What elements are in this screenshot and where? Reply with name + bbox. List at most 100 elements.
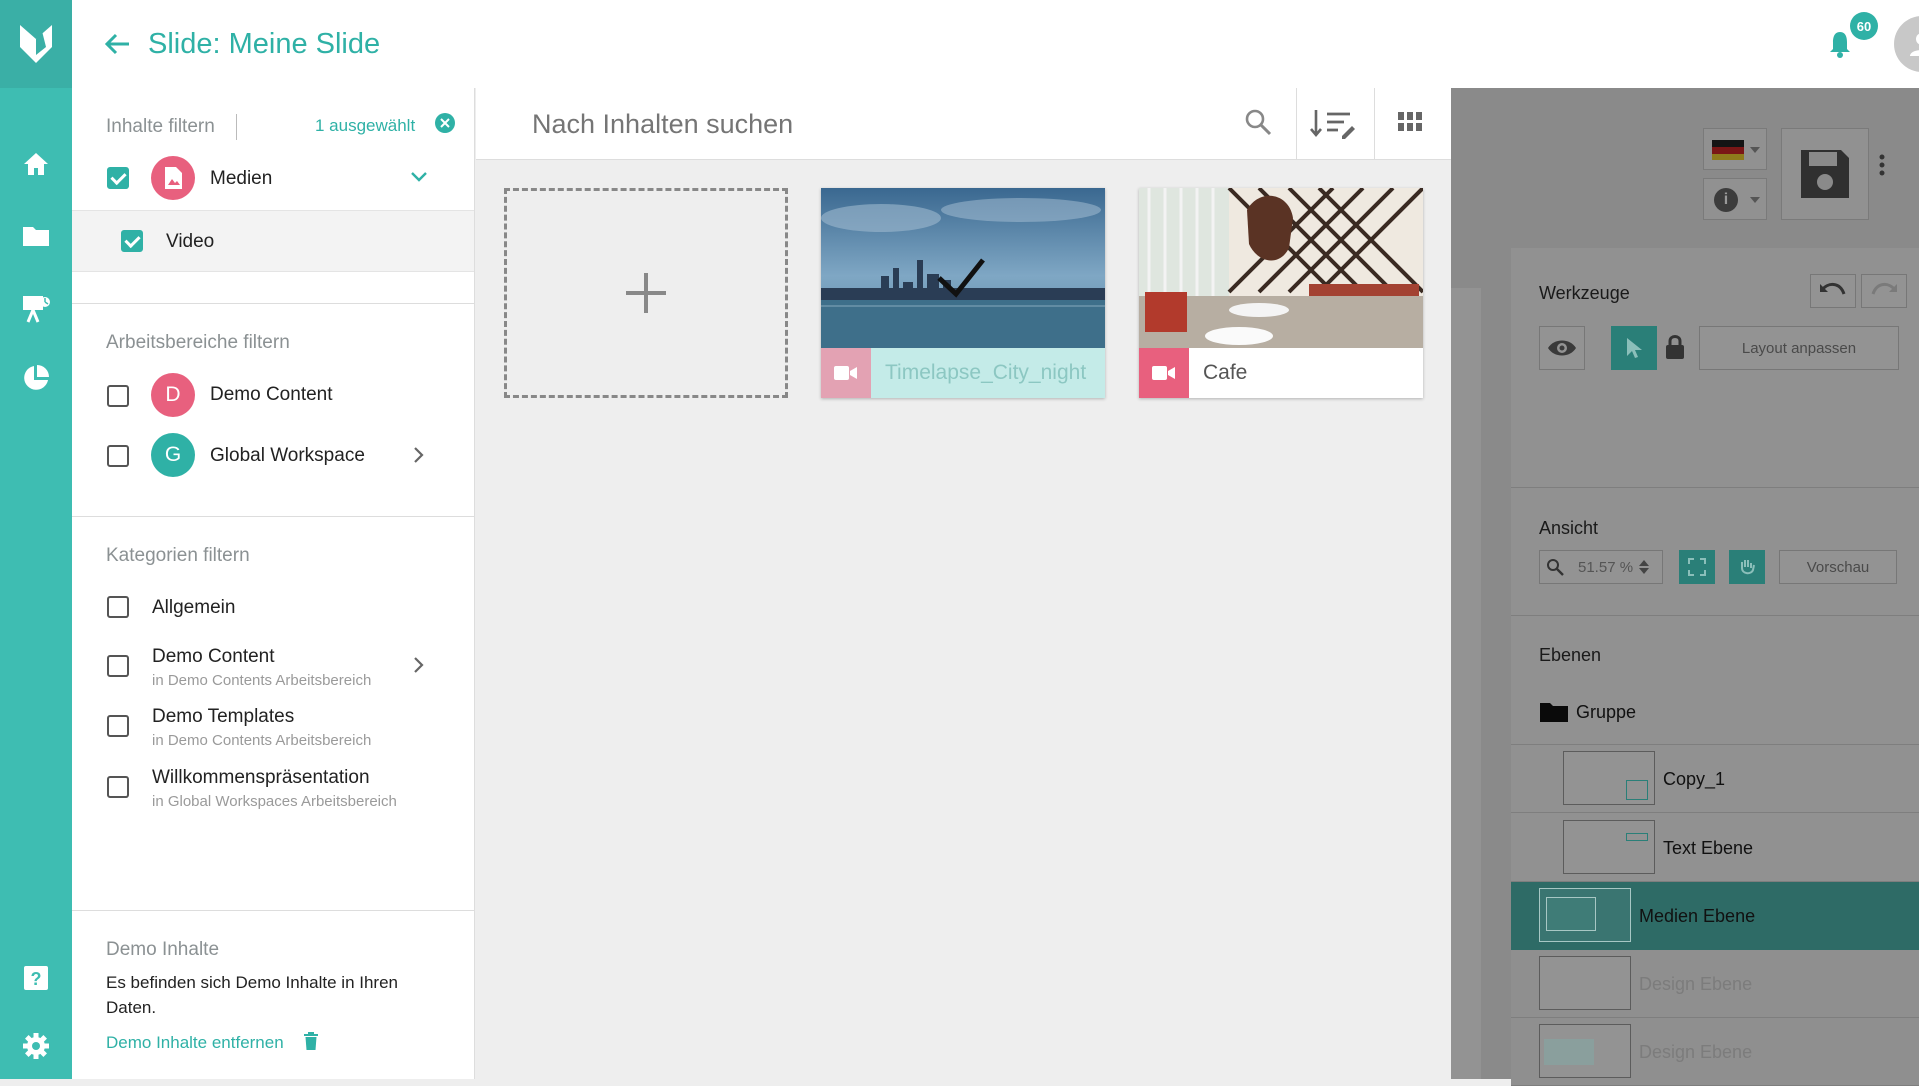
lock-icon[interactable]: [1665, 334, 1689, 362]
media-thumbnail-cafe: [1139, 188, 1423, 348]
category-checkbox-welcome[interactable]: [107, 776, 129, 798]
zoom-input[interactable]: 51.57 %: [1539, 550, 1663, 584]
search-bar: [476, 88, 1451, 160]
filter-sidebar: Inhalte filtern 1 ausgewählt Medien Vide…: [72, 88, 475, 1079]
workspace-checkbox-global[interactable]: [107, 445, 129, 467]
redo-icon: [1871, 283, 1897, 295]
workspace-avatar-demo: D: [151, 373, 195, 417]
hand-icon: [1741, 560, 1755, 575]
pie-chart-icon[interactable]: [16, 358, 56, 398]
category-filter-title: Kategorien filtern: [106, 545, 250, 566]
sort-icon[interactable]: [1310, 106, 1356, 142]
media-name-cafe: Cafe: [1203, 361, 1248, 384]
category-sub-demo-content: in Demo Contents Arbeitsbereich: [152, 672, 372, 689]
content-filter-title: Inhalte filtern: [106, 116, 215, 137]
title-separator: [236, 114, 237, 140]
media-tile-cafe[interactable]: Cafe: [1139, 188, 1423, 398]
remove-demo-link[interactable]: Demo Inhalte entfernen: [106, 1033, 284, 1053]
layer-row-copy[interactable]: Copy_1: [1511, 745, 1919, 813]
fit-screen-button[interactable]: [1679, 550, 1715, 584]
expand-icon: [1688, 558, 1706, 576]
media-image-icon: [151, 156, 195, 200]
category-checkbox-demo-content[interactable]: [107, 655, 129, 677]
category-label-demo-content: Demo Content: [152, 646, 275, 667]
media-checkbox[interactable]: [107, 167, 129, 189]
grid-view-icon[interactable]: [1398, 112, 1424, 136]
divider: [72, 910, 474, 911]
save-floppy-icon: [1801, 150, 1849, 198]
folder-icon[interactable]: [16, 216, 56, 256]
video-camera-icon: [1139, 348, 1189, 398]
media-browser: Timelapse_City_night: [476, 88, 1451, 1079]
back-arrow-icon[interactable]: [100, 26, 136, 62]
language-select[interactable]: [1703, 128, 1767, 170]
page-title: Slide: Meine Slide: [148, 28, 381, 60]
view-title: Ansicht: [1539, 518, 1599, 538]
chevron-right-icon[interactable]: [408, 444, 430, 466]
pan-tool-button[interactable]: [1729, 550, 1765, 584]
divider: [1296, 88, 1297, 160]
search-icon[interactable]: [1244, 108, 1276, 140]
layer-name-design-1: Design Ebene: [1639, 974, 1753, 994]
layer-row-design-2[interactable]: Design Ebene: [1511, 1018, 1919, 1086]
redo-button[interactable]: [1861, 274, 1907, 308]
layer-name-media: Medien Ebene: [1639, 906, 1756, 926]
notification-badge: 60: [1850, 12, 1878, 40]
undo-button[interactable]: [1810, 274, 1856, 308]
more-vert-icon[interactable]: [1879, 154, 1895, 194]
video-checkbox[interactable]: [121, 230, 143, 252]
category-checkbox-allgemein[interactable]: [107, 596, 129, 618]
workspace-label-global: Global Workspace: [210, 445, 365, 466]
cursor-icon: [1627, 338, 1642, 358]
media-caption: Cafe: [1139, 348, 1423, 398]
layer-row-design-1[interactable]: Design Ebene: [1511, 950, 1919, 1018]
preview-button[interactable]: Vorschau: [1779, 550, 1897, 584]
layer-name-copy: Copy_1: [1663, 769, 1726, 789]
add-media-button[interactable]: [504, 188, 788, 398]
media-caption: Timelapse_City_night: [821, 348, 1105, 398]
help-icon[interactable]: ?: [16, 958, 56, 998]
layout-adjust-button[interactable]: Layout anpassen: [1699, 326, 1899, 370]
layer-thumbnail: [1539, 1024, 1631, 1078]
info-select[interactable]: i: [1703, 178, 1767, 220]
layer-thumbnail: [1563, 820, 1655, 874]
top-bar: Slide: Meine Slide 60: [72, 0, 1919, 88]
search-input[interactable]: [532, 104, 1232, 144]
media-filter-label: Medien: [210, 168, 273, 189]
layer-row-media-selected[interactable]: Medien Ebene: [1511, 882, 1919, 950]
editor-canvas-edge: [1451, 288, 1481, 1079]
layer-thumbnail: [1539, 888, 1631, 942]
layer-group-name[interactable]: Gruppe: [1576, 702, 1636, 723]
demo-content-title: Demo Inhalte: [106, 939, 220, 960]
layer-thumb-mark: [1626, 780, 1648, 800]
media-thumbnail-city-night: [821, 188, 1105, 348]
clear-selection-icon[interactable]: [435, 113, 455, 133]
home-icon[interactable]: [16, 144, 56, 184]
chevron-right-icon[interactable]: [408, 654, 430, 676]
video-camera-icon: [821, 348, 871, 398]
user-avatar[interactable]: [1894, 16, 1919, 72]
divider: [1374, 88, 1375, 160]
select-tool-button[interactable]: [1611, 326, 1657, 370]
layer-thumb-mark: [1546, 897, 1596, 931]
svg-text:?: ?: [31, 969, 42, 989]
caret-down-icon: [1750, 197, 1760, 203]
app-logo[interactable]: [0, 0, 72, 88]
settings-gear-icon[interactable]: [16, 1026, 56, 1066]
category-sub-welcome: in Global Workspaces Arbeitsbereich: [152, 793, 397, 810]
fox-logo-icon: [20, 25, 52, 63]
save-button[interactable]: [1781, 128, 1869, 220]
workspace-checkbox-demo[interactable]: [107, 385, 129, 407]
chevron-down-icon[interactable]: [408, 166, 430, 188]
layer-row-text[interactable]: Text Ebene: [1511, 814, 1919, 882]
preview-eye-button[interactable]: [1539, 326, 1585, 370]
layer-thumb-mark: [1544, 1039, 1594, 1065]
zoom-value: 51.57 %: [1578, 558, 1634, 576]
category-checkbox-demo-templates[interactable]: [107, 715, 129, 737]
plus-icon: [626, 273, 666, 313]
tools-title: Werkzeuge: [1539, 283, 1630, 303]
presentation-icon[interactable]: [16, 288, 56, 328]
divider: [72, 303, 474, 304]
trash-icon[interactable]: [304, 1032, 320, 1052]
media-tile-timelapse[interactable]: Timelapse_City_night: [821, 188, 1105, 398]
